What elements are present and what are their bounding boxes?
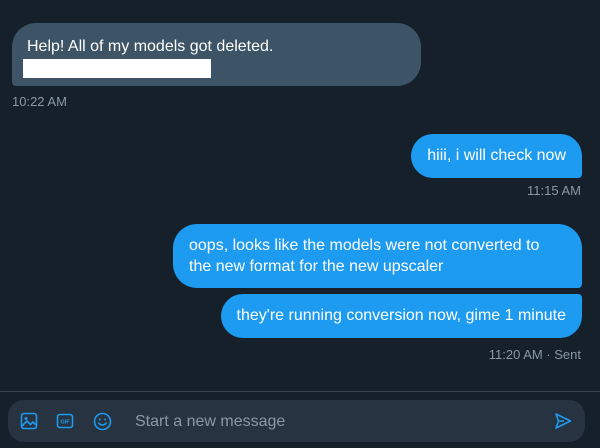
send-icon[interactable] bbox=[553, 411, 573, 431]
message-bubble-outgoing[interactable]: they're running conversion now, gime 1 m… bbox=[220, 294, 582, 338]
message-status: 11:20 AM · Sent bbox=[488, 347, 581, 362]
emoji-icon[interactable] bbox=[92, 411, 112, 431]
gif-label: GIF bbox=[60, 419, 70, 425]
message-text: hiii, i will check now bbox=[427, 147, 566, 164]
message-thread: Help! All of my models got deleted. 10:2… bbox=[0, 0, 600, 392]
message-text: they're running conversion now, gime 1 m… bbox=[236, 307, 566, 324]
composer-divider bbox=[0, 391, 600, 392]
message-text: oops, looks like the models were not con… bbox=[189, 237, 540, 275]
message-bubble-outgoing[interactable]: hiii, i will check now bbox=[411, 134, 582, 178]
gif-icon[interactable]: GIF bbox=[55, 411, 75, 431]
message-timestamp: 10:22 AM bbox=[12, 94, 67, 109]
redacted-block bbox=[23, 59, 211, 78]
message-composer: GIF Start a new message bbox=[8, 400, 585, 442]
message-text: Help! All of my models got deleted. bbox=[27, 38, 274, 55]
message-timestamp: 11:15 AM bbox=[527, 183, 581, 198]
image-icon[interactable] bbox=[19, 411, 39, 431]
message-input[interactable]: Start a new message bbox=[135, 412, 515, 431]
message-bubble-outgoing[interactable]: oops, looks like the models were not con… bbox=[173, 224, 582, 288]
